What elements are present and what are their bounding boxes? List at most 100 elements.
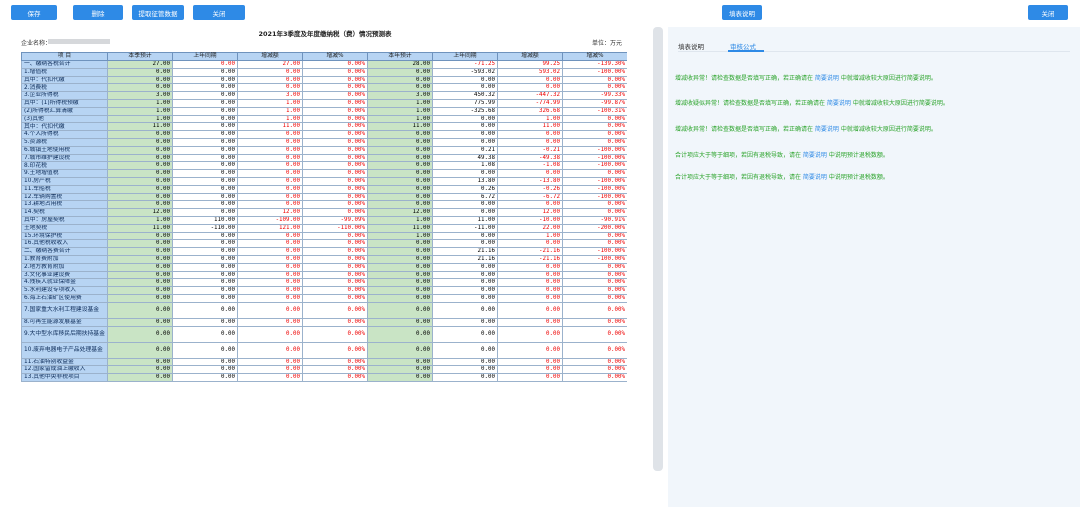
input-cell[interactable]: 0.00 <box>367 270 433 280</box>
input-cell[interactable]: 0.00 <box>107 184 173 194</box>
input-cell[interactable]: 0.00 <box>107 254 173 264</box>
input-cell[interactable]: 0.00 <box>107 317 173 327</box>
input-cell[interactable]: 11.00 <box>107 223 173 233</box>
input-cell[interactable]: 1.00 <box>107 98 173 108</box>
input-cell[interactable]: 0.00 <box>367 169 433 178</box>
input-cell[interactable]: 0.00 <box>367 83 433 93</box>
input-cell[interactable]: 0.00 <box>107 286 173 295</box>
input-cell[interactable]: 0.00 <box>107 325 173 343</box>
input-cell[interactable]: 0.00 <box>367 75 433 85</box>
row-label: 12.国家留成油上缴收入 <box>21 365 108 375</box>
input-cell[interactable]: 3.00 <box>107 91 173 100</box>
input-cell[interactable]: 0.00 <box>107 341 173 359</box>
brief-explanation-link[interactable]: 简要说明 <box>815 75 839 82</box>
input-cell[interactable]: 0.00 <box>367 278 433 288</box>
input-cell[interactable]: 0.00 <box>107 231 173 241</box>
input-cell[interactable]: 0.00 <box>367 254 433 264</box>
input-cell[interactable]: 0.00 <box>367 247 433 256</box>
input-cell[interactable]: 0.00 <box>107 192 173 202</box>
input-cell[interactable]: 3.00 <box>367 91 433 100</box>
input-cell[interactable]: 1.00 <box>367 106 433 116</box>
input-cell[interactable]: 0.00 <box>367 161 433 171</box>
input-cell[interactable]: 0.00 <box>367 137 433 147</box>
input-cell[interactable]: 0.00 <box>367 341 433 359</box>
input-cell[interactable]: 0.00 <box>367 239 433 249</box>
input-cell[interactable]: 1.00 <box>107 106 173 116</box>
brief-explanation-link[interactable]: 简要说明 <box>827 100 851 107</box>
vertical-scrollbar[interactable] <box>653 27 663 471</box>
input-cell[interactable]: 0.00 <box>107 270 173 280</box>
input-cell[interactable]: 0.00 <box>367 373 433 382</box>
input-cell[interactable]: 0.00 <box>107 365 173 375</box>
input-cell[interactable]: 0.00 <box>367 176 433 186</box>
input-cell[interactable]: 11.00 <box>107 122 173 132</box>
input-cell[interactable]: 0.00 <box>107 239 173 249</box>
input-cell[interactable]: 1.00 <box>107 114 173 124</box>
input-cell[interactable]: 0.00 <box>367 67 433 77</box>
input-cell[interactable]: 12.00 <box>107 208 173 217</box>
input-cell[interactable]: 0.00 <box>107 200 173 210</box>
delete-button[interactable]: 删除 <box>73 5 123 20</box>
input-cell[interactable]: 0.00 <box>367 145 433 155</box>
brief-explanation-link[interactable]: 简要说明 <box>803 152 827 159</box>
input-cell[interactable]: 0.00 <box>107 357 173 367</box>
input-cell[interactable]: 0.00 <box>107 75 173 85</box>
input-cell[interactable]: 11.00 <box>367 223 433 233</box>
input-cell[interactable]: 0.00 <box>107 145 173 155</box>
close-panel-button[interactable]: 关闭 <box>1028 5 1068 20</box>
input-cell[interactable]: 0.00 <box>367 317 433 327</box>
input-cell[interactable]: 0.00 <box>107 161 173 171</box>
table-row: 8.印花税 0.00 0.00 0.00 0.00% 0.00 1.08 -1.08 -100.… <box>21 161 627 171</box>
value-cell: 0.00 <box>172 301 238 319</box>
input-cell[interactable]: 0.00 <box>367 262 433 272</box>
input-cell[interactable]: 0.00 <box>107 262 173 272</box>
input-cell[interactable]: 0.00 <box>367 357 433 367</box>
input-cell[interactable]: 0.00 <box>107 67 173 77</box>
fill-instructions-button[interactable]: 填表说明 <box>722 5 762 20</box>
input-cell[interactable]: 0.00 <box>107 169 173 178</box>
input-cell[interactable]: 0.00 <box>367 130 433 139</box>
input-cell[interactable]: 28.00 <box>367 60 433 69</box>
input-cell[interactable]: 0.00 <box>107 247 173 256</box>
fetch-data-button[interactable]: 提取征管数据 <box>132 5 184 20</box>
input-cell[interactable]: 1.00 <box>367 98 433 108</box>
brief-explanation-link[interactable]: 简要说明 <box>815 126 839 133</box>
value-cell: 0.00 <box>172 286 238 295</box>
input-cell[interactable]: 12.00 <box>367 208 433 217</box>
input-cell[interactable]: 27.00 <box>107 60 173 69</box>
input-cell[interactable]: 0.00 <box>107 153 173 163</box>
row-label: 12.车辆购置税 <box>21 192 108 202</box>
input-cell[interactable]: 0.00 <box>367 301 433 319</box>
value-cell: 0.00 <box>497 137 563 147</box>
input-cell[interactable]: 0.00 <box>107 278 173 288</box>
input-cell[interactable]: 0.00 <box>367 192 433 202</box>
input-cell[interactable]: 0.00 <box>107 137 173 147</box>
input-cell[interactable]: 0.00 <box>367 325 433 343</box>
save-button[interactable]: 保存 <box>11 5 57 20</box>
input-cell[interactable]: 1.00 <box>367 215 433 225</box>
input-cell[interactable]: 1.00 <box>367 114 433 124</box>
input-cell[interactable]: 0.00 <box>367 200 433 210</box>
input-cell[interactable]: 0.00 <box>367 286 433 295</box>
input-cell[interactable]: 0.00 <box>107 293 173 303</box>
row-label: 土地契税 <box>21 223 108 233</box>
input-cell[interactable]: 0.00 <box>107 83 173 93</box>
table-row: 9.大中型水库移民后期扶持基金 0.00 0.00 0.00 0.00% 0.00 0.00… <box>21 325 627 343</box>
input-cell[interactable]: 0.00 <box>107 130 173 139</box>
value-cell: 0.00 <box>172 317 238 327</box>
close-button[interactable]: 关闭 <box>193 5 245 20</box>
input-cell[interactable]: 0.00 <box>107 301 173 319</box>
input-cell[interactable]: 0.00 <box>367 365 433 375</box>
tab-fill-instructions[interactable]: 填表说明 <box>678 41 704 51</box>
input-cell[interactable]: 1.00 <box>107 215 173 225</box>
input-cell[interactable]: 0.00 <box>367 153 433 163</box>
input-cell[interactable]: 1.00 <box>367 231 433 241</box>
input-cell[interactable]: 0.00 <box>367 293 433 303</box>
brief-explanation-link[interactable]: 简要说明 <box>803 174 827 181</box>
input-cell[interactable]: 11.00 <box>367 122 433 132</box>
column-header: 本年预计 <box>367 52 433 61</box>
input-cell[interactable]: 0.00 <box>367 184 433 194</box>
input-cell[interactable]: 0.00 <box>107 373 173 382</box>
input-cell[interactable]: 0.00 <box>107 176 173 186</box>
value-cell: 0.00 <box>432 231 498 241</box>
